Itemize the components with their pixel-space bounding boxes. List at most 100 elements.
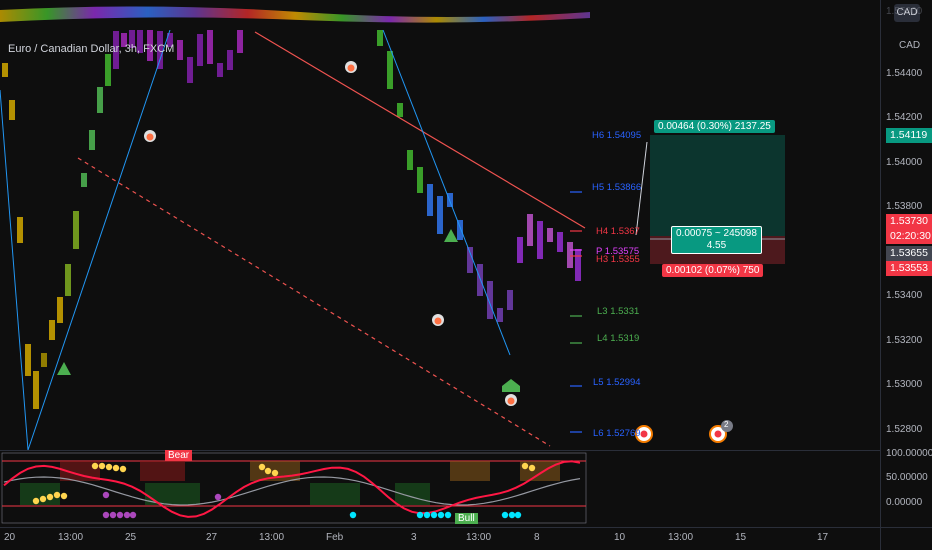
time-label: 13:00 — [259, 532, 285, 543]
target-label[interactable]: 0.00464 (0.30%) 2137.25 — [654, 120, 775, 133]
candle — [517, 237, 523, 263]
candle — [65, 264, 71, 296]
candle — [97, 87, 103, 113]
target-price-tag: 1.54119 — [886, 128, 932, 143]
stop-label[interactable]: 0.00102 (0.07%) 750 — [662, 264, 764, 277]
candle — [197, 34, 203, 66]
price-label: 1.54400 — [886, 68, 923, 79]
candle — [557, 232, 563, 252]
time-label: 3 — [411, 532, 417, 543]
zigzag-right — [382, 30, 511, 356]
pivot-level: L3 1.5331 — [597, 306, 640, 317]
price-label: 1.54200 — [886, 112, 923, 123]
top-price-label: 1.55000 — [886, 6, 923, 17]
price-label: 1.53800 — [886, 201, 923, 212]
time-label: 15 — [735, 532, 747, 543]
pivot-level: H5 1.53866 — [592, 182, 642, 193]
time-label: 13:00 — [466, 532, 492, 543]
buy-triangle — [444, 229, 458, 242]
candle — [81, 173, 87, 187]
candle — [497, 308, 503, 322]
candle — [417, 167, 423, 193]
time-label: Feb — [326, 532, 344, 543]
candle — [57, 297, 63, 323]
price-label: 1.52800 — [886, 424, 923, 435]
pivot-level: L4 1.5319 — [597, 333, 640, 344]
candle — [575, 249, 581, 281]
candle — [217, 63, 223, 77]
oscillator-pane[interactable] — [0, 451, 590, 527]
candle — [207, 30, 213, 64]
candle — [49, 320, 55, 340]
candle — [397, 103, 403, 117]
stop-price-tag: 1.53553 — [886, 261, 932, 276]
candle — [467, 247, 473, 273]
pivot-level: L5 1.52994 — [593, 377, 641, 388]
time-label: 13:00 — [58, 532, 84, 543]
time-label: 13:00 — [668, 532, 694, 543]
candle — [527, 214, 533, 246]
candle — [477, 264, 483, 296]
candle — [2, 63, 8, 77]
position-ratio: 0.00075 ~ 245098 — [676, 228, 757, 239]
candle — [377, 30, 383, 46]
candles — [2, 30, 581, 409]
bear-label: Bear — [165, 450, 193, 461]
bull-label: Bull — [455, 513, 478, 524]
pivot-level: H6 1.54095 — [592, 130, 642, 141]
price-label: 1.54000 — [886, 157, 923, 168]
candle — [187, 57, 193, 83]
time-label: 25 — [125, 532, 137, 543]
position-center-label[interactable]: 0.00075 ~ 245098 4.55 — [671, 226, 762, 254]
indicator-axis-label: 0.00000 — [886, 497, 923, 508]
candle — [227, 50, 233, 70]
candle — [547, 228, 553, 242]
candle — [507, 290, 513, 310]
time-label: 20 — [4, 532, 16, 543]
trend-line-red — [254, 31, 586, 229]
position-rr: 4.55 — [706, 240, 727, 251]
bull-flag-marker — [502, 379, 520, 392]
time-label: 8 — [534, 532, 540, 543]
candle — [73, 211, 79, 249]
candle — [25, 344, 31, 376]
pivot-level: L6 1.52769 — [593, 428, 641, 439]
currency-label: CAD — [899, 40, 921, 51]
candle — [89, 130, 95, 150]
indicator-axis-label: 50.00000 — [886, 472, 928, 483]
countdown-tag: 02:20:30 — [886, 229, 932, 244]
pivot-level: H3 1.5355 — [596, 254, 640, 265]
zigzag-left — [0, 30, 171, 450]
candle — [237, 30, 243, 53]
candle — [537, 221, 543, 259]
indicator-axis-label: 100.00000 — [886, 448, 932, 459]
time-label: 27 — [206, 532, 218, 543]
entry-price-tag: 1.53655 — [886, 246, 932, 261]
candle — [387, 51, 393, 89]
trend-line-dashed — [77, 157, 551, 447]
target-zone — [650, 135, 785, 236]
candle — [41, 353, 47, 367]
buy-triangle — [57, 362, 71, 375]
candle — [437, 196, 443, 234]
candle — [17, 217, 23, 243]
price-label: 1.53400 — [886, 290, 923, 301]
candle — [9, 100, 15, 120]
symbol-title[interactable]: Euro / Canadian Dollar, 3h, FXCM — [8, 43, 174, 55]
candle — [177, 40, 183, 60]
candle — [567, 242, 573, 268]
candle — [105, 54, 111, 86]
event-badge-count: 2 — [724, 420, 729, 429]
candle — [407, 150, 413, 170]
color-ribbon — [0, 6, 590, 23]
chart-window: Euro / Canadian Dollar, 3h, FXCM CAD CAD… — [0, 0, 932, 550]
time-label: 10 — [614, 532, 626, 543]
last-price-tag: 1.53730 — [886, 214, 932, 229]
time-label: 17 — [817, 532, 829, 543]
candle — [427, 184, 433, 216]
pivot-level: H4 1.5367 — [596, 226, 640, 237]
price-label: 1.53000 — [886, 379, 923, 390]
candle — [33, 371, 39, 409]
candle — [487, 281, 493, 319]
price-label: 1.53200 — [886, 335, 923, 346]
